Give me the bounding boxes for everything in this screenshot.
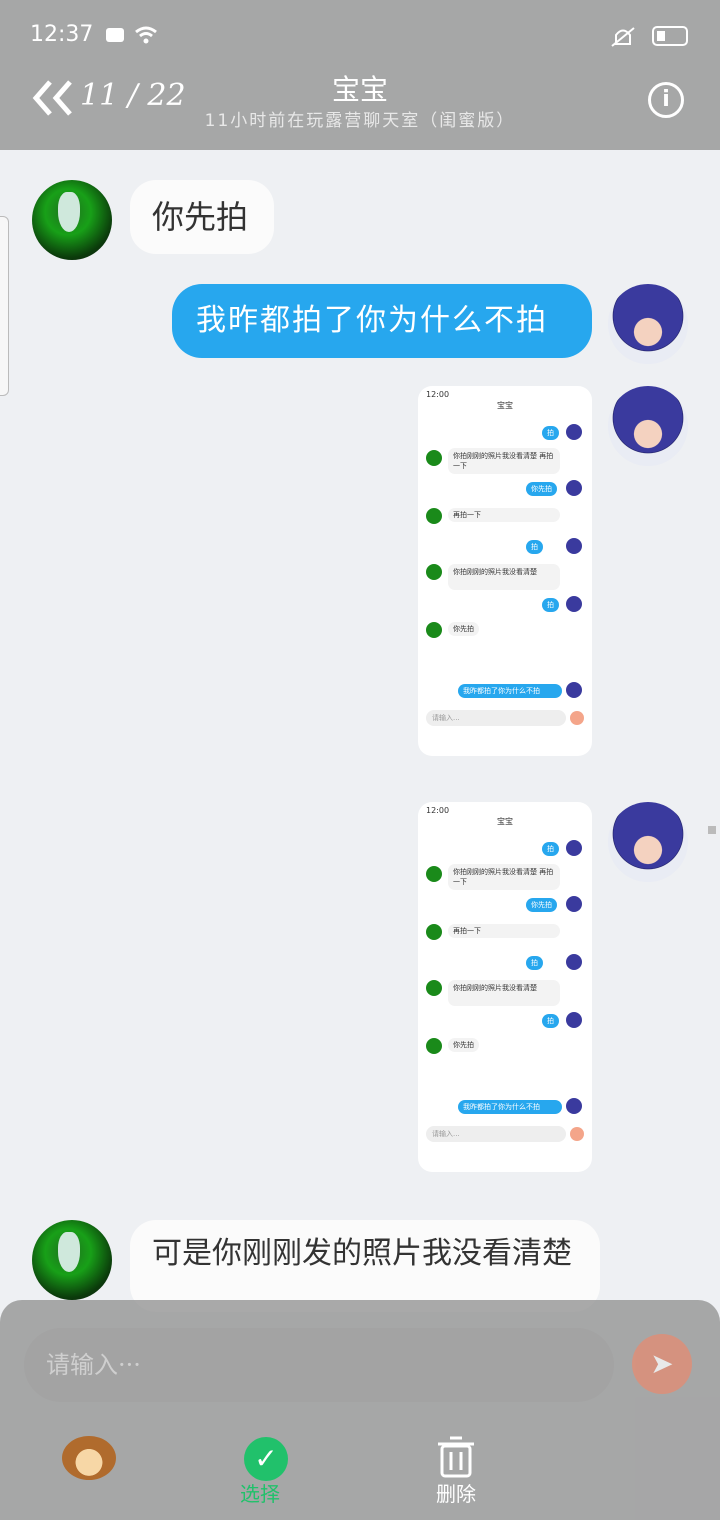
check-icon[interactable]: ✓: [244, 1437, 288, 1481]
ss-row: 拍: [542, 426, 559, 440]
ss-input: 请输入...: [426, 1126, 566, 1142]
ss-row: 你先拍: [526, 482, 557, 496]
ss-row: 拍: [526, 956, 543, 970]
scroll-handle[interactable]: [0, 216, 9, 396]
emoji-monkey-icon[interactable]: [62, 1436, 116, 1480]
ss-send-icon: [570, 1127, 584, 1141]
ss-avatar-contact: [426, 924, 442, 940]
ss-avatar-self: [566, 682, 582, 698]
ss-row: 拍: [526, 540, 543, 554]
ss-row: 再拍一下: [448, 508, 560, 522]
ss-avatar-self: [566, 840, 582, 856]
ss-avatar-self: [566, 1098, 582, 1114]
message-bubble-left[interactable]: 你先拍: [130, 180, 274, 254]
ss-title: 宝宝: [497, 817, 513, 826]
ss-avatar-self: [566, 424, 582, 440]
ss-send-icon: [570, 711, 584, 725]
ss-row: 你拍刚刚的照片我没看清楚 再拍一下: [448, 864, 560, 890]
chat-title: 宝宝: [331, 73, 388, 106]
message-input[interactable]: 请输入···: [24, 1328, 614, 1402]
ss-header: 12:00 宝宝: [418, 386, 592, 416]
avatar-self[interactable]: [608, 386, 688, 466]
ss-avatar-contact: [426, 450, 442, 466]
status-time: 12:37: [30, 22, 94, 47]
ss-row: 拍: [542, 1014, 559, 1028]
ss-avatar-contact: [426, 980, 442, 996]
ss-avatar-self: [566, 596, 582, 612]
ss-row: 你先拍: [448, 622, 479, 636]
message-bubble-left[interactable]: 可是你刚刚发的照片我没看清楚: [130, 1220, 600, 1312]
ss-row: 你先拍: [448, 1038, 479, 1052]
wifi-icon: [106, 26, 157, 44]
ss-row: 你拍刚刚的照片我没看清楚 再拍一下: [448, 448, 560, 474]
ss-time: 12:00: [426, 390, 450, 399]
ss-avatar-self: [566, 480, 582, 496]
chat-subtitle: 11小时前在玩露营聊天室（闺蜜版）: [204, 111, 516, 131]
avatar-contact[interactable]: [32, 1220, 112, 1300]
ss-title: 宝宝: [497, 401, 513, 410]
image-message-screenshot[interactable]: 12:00 宝宝 拍 你拍刚刚的照片我没看清楚 再拍一下 你先拍 再拍一下 拍 …: [418, 386, 592, 756]
ss-avatar-contact: [426, 866, 442, 882]
avatar-self[interactable]: [608, 284, 688, 364]
ss-avatar-contact: [426, 564, 442, 580]
status-right: [608, 24, 688, 50]
ss-avatar-self: [566, 954, 582, 970]
bell-muted-icon: [611, 27, 635, 47]
ss-row: 我昨都拍了你为什么不拍: [458, 1100, 562, 1114]
ss-header: 12:00 宝宝: [418, 802, 592, 832]
edge-marker: [708, 826, 716, 834]
ss-row: 拍: [542, 842, 559, 856]
ss-avatar-contact: [426, 1038, 442, 1054]
trash-icon[interactable]: [436, 1436, 476, 1478]
ss-time: 12:00: [426, 806, 450, 815]
ss-row: 再拍一下: [448, 924, 560, 938]
status-bar: 12:37: [30, 22, 157, 47]
ss-avatar-self: [566, 896, 582, 912]
ss-avatar-self: [566, 538, 582, 554]
ss-input: 请输入...: [426, 710, 566, 726]
ss-row: 你拍刚刚的照片我没看清楚: [448, 564, 560, 590]
info-icon[interactable]: i: [648, 82, 684, 118]
ss-row: 拍: [542, 598, 559, 612]
avatar-self[interactable]: [608, 802, 688, 882]
image-message-screenshot[interactable]: 12:00 宝宝 拍 你拍刚刚的照片我没看清楚 再拍一下 你先拍 再拍一下 拍 …: [418, 802, 592, 1172]
message-bubble-right[interactable]: 我昨都拍了你为什么不拍: [172, 284, 592, 358]
ss-row: 你先拍: [526, 898, 557, 912]
send-icon[interactable]: ➤: [632, 1334, 692, 1394]
select-button[interactable]: 选择: [240, 1478, 280, 1507]
ss-row: 你拍刚刚的照片我没看清楚: [448, 980, 560, 1006]
ss-avatar-contact: [426, 508, 442, 524]
avatar-contact[interactable]: [32, 180, 112, 260]
ss-row: 我昨都拍了你为什么不拍: [458, 684, 562, 698]
ss-avatar-self: [566, 1012, 582, 1028]
delete-button[interactable]: 删除: [436, 1478, 476, 1507]
chat-header: 11 / 22 宝宝 11小时前在玩露营聊天室（闺蜜版） i: [0, 60, 720, 150]
battery-icon: [652, 26, 688, 46]
ss-avatar-contact: [426, 622, 442, 638]
